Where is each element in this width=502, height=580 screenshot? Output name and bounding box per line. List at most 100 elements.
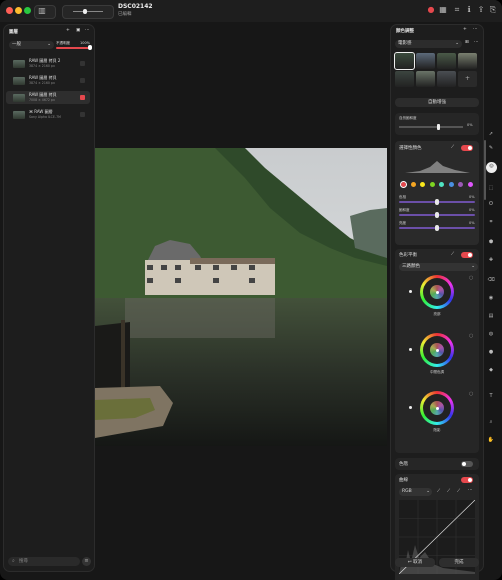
text-tool-icon[interactable]: T — [486, 392, 496, 401]
wheel-luminance-slider[interactable] — [409, 275, 412, 309]
wheel-luminance-knob[interactable] — [409, 290, 412, 293]
preset-thumbnail[interactable] — [395, 71, 414, 87]
eraser-tool-icon[interactable]: ⌫ — [486, 276, 496, 285]
add-preset-button[interactable]: + — [458, 71, 477, 87]
minimize-window-button[interactable] — [15, 7, 22, 14]
layer-visibility-checkbox[interactable] — [80, 112, 85, 117]
lasso-tool-icon[interactable]: ʘ — [486, 200, 496, 209]
color-wheel[interactable] — [420, 333, 454, 367]
curve-channel-select[interactable]: RGB ⌄ — [399, 488, 432, 496]
add-layer-icon[interactable]: + — [66, 28, 70, 33]
opacity-slider[interactable] — [56, 45, 92, 50]
wheel-luminance-slider[interactable] — [409, 391, 412, 425]
share-icon[interactable]: ⇪ — [476, 5, 486, 15]
eyedropper-icon[interactable]: ⟋ — [451, 144, 454, 150]
layer-row[interactable]: RAW 圖層 拷貝 7008 × 4672 px — [6, 91, 90, 104]
layer-row[interactable]: RAW 圖層 拷貝 3874 × 2160 px — [6, 74, 90, 87]
crop-tool-icon[interactable]: ⌗ — [486, 218, 496, 227]
fill-tool-icon[interactable]: ◉ — [486, 294, 496, 303]
vibrance-knob[interactable] — [437, 124, 440, 130]
color-wheel-handle[interactable] — [435, 406, 439, 410]
wheel-luminance-knob[interactable] — [409, 348, 412, 351]
preset-thumbnail[interactable] — [416, 71, 435, 87]
preset-thumbnail[interactable] — [437, 53, 456, 69]
color-swatch[interactable] — [439, 182, 444, 187]
color-wheel[interactable] — [420, 391, 454, 425]
info-icon[interactable]: ℹ — [464, 5, 474, 15]
grid-icon[interactable]: ▦ — [438, 5, 448, 15]
cancel-button[interactable]: ↩ 取消 — [395, 558, 435, 567]
zoom-window-button[interactable] — [24, 7, 31, 14]
color-wheel-handle[interactable] — [435, 290, 439, 294]
preset-select[interactable]: 電影感 ⌄ — [395, 40, 462, 48]
apply-button[interactable]: 完成 — [439, 558, 479, 567]
color-row-knob[interactable] — [435, 198, 439, 205]
color-swatch[interactable] — [400, 181, 407, 188]
more-options-icon[interactable]: ⋯ — [85, 28, 90, 33]
blend-mode-select[interactable]: 一般 ⌄ — [9, 41, 54, 49]
gradient-tool-icon[interactable]: ▤ — [486, 312, 496, 321]
color-balance-toggle[interactable] — [461, 252, 473, 258]
wheel-luminance-knob[interactable] — [409, 406, 412, 409]
sidebar-toggle-button[interactable]: ▥ — [34, 5, 56, 19]
wheel-luminance-slider[interactable] — [409, 333, 412, 367]
crop-icon[interactable]: ⌗ — [452, 5, 462, 15]
color-swatch[interactable] — [467, 182, 473, 187]
black-point-eyedropper-icon[interactable]: ⟋ — [437, 488, 440, 494]
arrow-tool-icon[interactable]: ➚ — [486, 130, 496, 139]
zoom-knob[interactable] — [83, 9, 87, 14]
layer-visibility-checkbox[interactable] — [80, 61, 85, 66]
heal-tool-icon[interactable]: ✚ — [486, 256, 496, 265]
preset-grid-icon[interactable]: ⊞ — [465, 40, 469, 45]
layer-row[interactable]: ⌘ RAW 圖層 Sony Alpha ILCE-7M — [6, 108, 90, 121]
close-window-button[interactable] — [6, 7, 13, 14]
color-row-knob[interactable] — [435, 224, 439, 231]
adjust-tool-icon[interactable]: ◎ — [486, 162, 497, 173]
search-bar[interactable]: ⌕ 搜尋 — [8, 557, 80, 566]
add-adjustment-icon[interactable]: + — [463, 27, 467, 32]
export-icon[interactable]: ⎘ — [488, 5, 498, 15]
color-row-knob[interactable] — [435, 211, 439, 218]
gray-point-eyedropper-icon[interactable]: ⟋ — [447, 488, 450, 494]
record-icon[interactable]: ● — [426, 5, 436, 15]
preset-thumbnail[interactable] — [458, 53, 477, 69]
balance-mode-select[interactable]: 三路顏色 ⌄ — [399, 263, 478, 271]
vibrance-slider[interactable] — [399, 124, 463, 130]
selection-tool-icon[interactable]: ⬚ — [486, 184, 496, 193]
blur-tool-icon[interactable]: ◍ — [486, 330, 496, 339]
color-row-slider[interactable] — [399, 224, 475, 231]
color-swatch[interactable] — [420, 182, 425, 187]
color-swatch[interactable] — [429, 182, 435, 187]
wheel-reset-icon[interactable]: ○ — [469, 391, 473, 397]
wheel-reset-icon[interactable]: ○ — [469, 333, 473, 339]
more-options-icon[interactable]: ⋯ — [473, 27, 478, 32]
zoom-tool-icon[interactable]: ⌕ — [486, 418, 496, 427]
layer-mask-icon[interactable]: ▣ — [76, 28, 80, 33]
color-picker-tool-icon[interactable]: ● — [486, 348, 496, 357]
levels-toggle[interactable] — [461, 461, 473, 467]
brush-tool-icon[interactable]: ✎ — [486, 144, 496, 153]
layer-visibility-checkbox[interactable] — [80, 95, 85, 100]
hand-tool-icon[interactable]: ✋ — [486, 436, 496, 445]
adjustments-scrollbar[interactable] — [484, 140, 486, 200]
preset-thumbnail[interactable] — [437, 71, 456, 87]
preset-thumbnail[interactable] — [394, 52, 415, 70]
layer-visibility-checkbox[interactable] — [80, 78, 85, 83]
more-options-icon[interactable]: ⋯ — [468, 488, 473, 493]
preset-thumbnail[interactable] — [416, 53, 435, 69]
more-options-icon[interactable]: ⋯ — [474, 40, 479, 45]
eyedropper-icon[interactable]: ⟋ — [451, 251, 454, 257]
stamp-tool-icon[interactable]: ⬢ — [486, 238, 496, 247]
filter-icon[interactable]: ≡ — [82, 557, 91, 566]
curves-toggle[interactable] — [461, 477, 473, 483]
wheel-reset-icon[interactable]: ○ — [469, 275, 473, 281]
color-wheel[interactable] — [420, 275, 454, 309]
color-row-slider[interactable] — [399, 198, 475, 205]
auto-enhance-button[interactable]: 自動增強 — [395, 98, 479, 107]
zoom-slider[interactable] — [62, 5, 114, 19]
shape-tool-icon[interactable]: ◆ — [486, 366, 496, 375]
selective-color-toggle[interactable] — [461, 145, 473, 151]
color-swatch[interactable] — [410, 182, 416, 187]
layer-row[interactable]: RAW 圖層 拷貝 2 3874 × 2160 px — [6, 57, 90, 70]
opacity-knob[interactable] — [88, 45, 92, 50]
